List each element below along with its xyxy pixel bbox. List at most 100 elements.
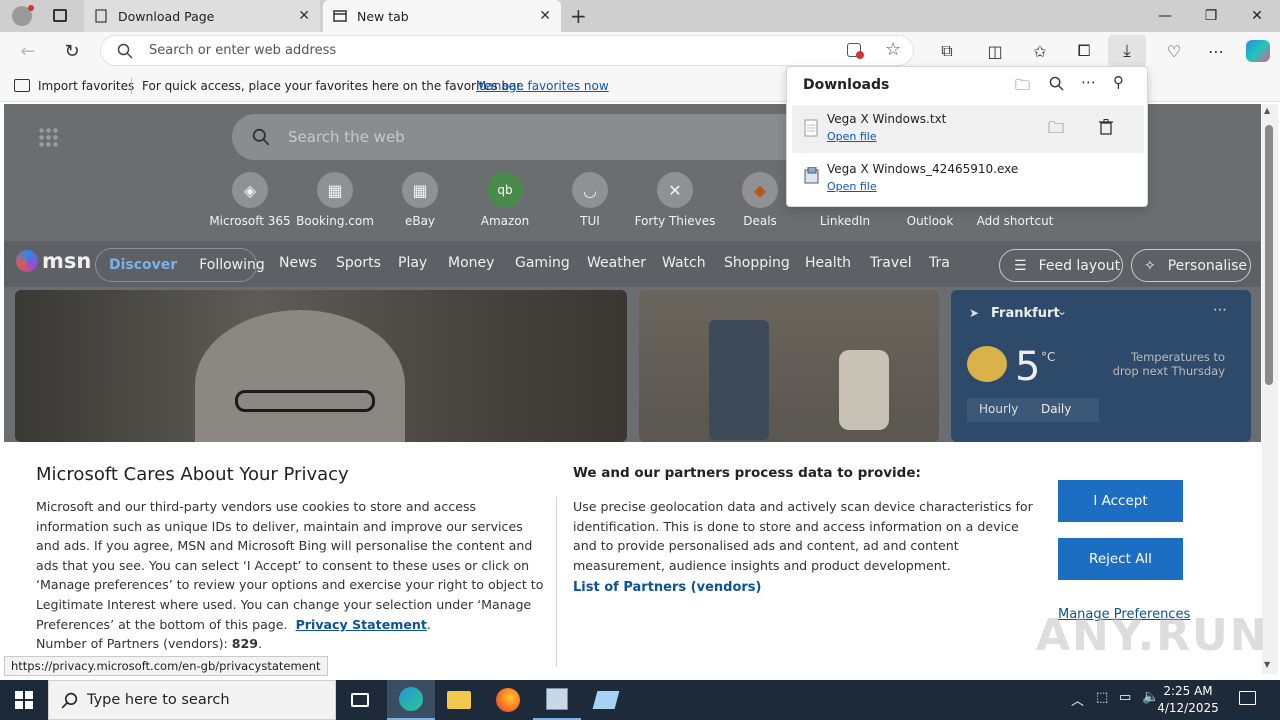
list-of-partners-link[interactable]: List of Partners (vendors) [573,580,761,595]
chevron-up-icon[interactable]: ︿ [1071,690,1084,709]
installer-app-icon[interactable] [533,680,581,720]
shortcut-ebay[interactable]: ▦ eBay [377,172,463,228]
more-options-icon[interactable]: ⋯ [1081,73,1096,91]
more-menu-icon[interactable]: ⋯ [1202,37,1230,65]
favorites-hint: For quick access, place your favorites h… [142,79,525,93]
data-purpose-title: We and our partners process data to prov… [573,465,921,481]
reject-all-button[interactable]: Reject All [1058,538,1183,580]
import-favorites-button[interactable]: Import favorites [38,79,134,93]
delete-icon[interactable] [1099,119,1113,135]
tab-daily[interactable]: Daily [1041,402,1071,416]
accept-button[interactable]: I Accept [1058,480,1183,522]
open-file-link[interactable]: Open file [827,130,877,143]
nav-sports[interactable]: Sports [336,255,381,271]
network-icon[interactable]: ▭ [1119,690,1131,705]
nav-news[interactable]: News [279,255,317,271]
device-icon[interactable]: ⬚ [1096,690,1108,705]
sliders-icon: ☰ [1014,257,1027,274]
pin-icon[interactable]: ⚲ [1113,73,1124,91]
nav-weather[interactable]: Weather [587,255,646,271]
tab-download-page[interactable]: Download Page ✕ [84,0,320,32]
browser-essentials-icon[interactable]: ♡ [1160,37,1188,65]
shortcut-booking[interactable]: ▦ Booking.com [292,172,378,228]
tab-new-tab[interactable]: New tab ✕ [323,0,561,32]
taskbar-search-box[interactable]: Type here to search [48,680,336,720]
copilot-icon[interactable] [1246,40,1270,62]
partly-cloudy-icon [967,346,1007,382]
windows-start-icon[interactable] [15,691,33,709]
downloads-icon[interactable]: ⤓ [1108,35,1146,67]
nav-shopping[interactable]: Shopping [724,255,790,271]
personalise-button[interactable]: ✧ Personalise [1131,249,1251,282]
favorites-icon[interactable]: ✩ [1026,37,1054,65]
edge-taskbar-icon[interactable] [387,680,435,720]
nav-travel[interactable]: Travel [870,255,912,271]
privacy-body: Microsoft and our third-party vendors us… [36,499,544,652]
feed-tab-group: Discover Following [95,248,265,282]
feed-layout-button[interactable]: ☰ Feed layout [999,249,1123,282]
scroll-up-icon[interactable]: ▲ [1264,106,1270,115]
close-tab-icon[interactable]: ✕ [298,8,310,24]
data-purpose-body: Use precise geolocation data and activel… [573,499,1033,573]
shortcut-label: LinkedIn [819,214,871,228]
shortcut-amazon[interactable]: qb Amazon [462,172,548,228]
downloads-title: Downloads [803,77,890,93]
close-window-icon[interactable]: ✕ [1234,0,1280,32]
open-file-link[interactable]: Open file [827,180,877,193]
new-tab-plus-icon[interactable]: + [570,4,587,28]
new-tab-page-icon [333,10,347,22]
weather-card[interactable]: ➤ Frankfurt ⌄ ⋯ 5 °C Temperatures to dro… [951,290,1251,442]
scrollbar-thumb[interactable] [1265,125,1273,385]
notifications-icon[interactable] [1239,691,1256,705]
split-screen-icon[interactable]: ◫ [981,37,1009,65]
tab-hourly[interactable]: Hourly [979,402,1018,416]
shortcut-tui[interactable]: ◡ TUI [547,172,633,228]
open-folder-icon[interactable]: 🗀 [1015,75,1030,100]
scroll-down-icon[interactable]: ▼ [1264,660,1270,669]
watermark: ANY.RUN [1036,610,1269,661]
shortcut-microsoft-365[interactable]: ◈ Microsoft 365 [207,172,293,228]
taskbar-search-placeholder: Type here to search [87,692,230,708]
firefox-icon[interactable] [484,680,532,720]
minimize-icon[interactable]: — [1142,0,1188,32]
shortcut-forty-thieves[interactable]: ✕ Forty Thieves [632,172,718,228]
task-view-icon[interactable] [336,680,384,720]
nav-health[interactable]: Health [805,255,851,271]
news-card-image[interactable] [15,290,627,442]
favorite-star-icon[interactable]: ☆ [885,39,901,60]
back-arrow-icon[interactable]: ← [14,37,42,65]
news-card-image[interactable] [639,290,939,442]
file-explorer-icon[interactable] [435,680,483,720]
tab-discover[interactable]: Discover [109,257,177,273]
manage-favorites-link[interactable]: Manage favorites now [476,79,609,93]
restore-icon[interactable]: ❐ [1188,0,1234,32]
tab-actions-icon[interactable] [53,9,67,22]
privacy-title: Microsoft Cares About Your Privacy [36,464,349,485]
personalise-label: Personalise [1167,257,1248,274]
tab-following[interactable]: Following [199,257,265,273]
notepad-icon[interactable] [582,680,630,720]
nav-gaming[interactable]: Gaming [515,255,570,271]
clock-time: 2:25 AM [1163,684,1213,698]
collections-icon[interactable]: ⧠ [1070,37,1098,65]
chevron-down-icon[interactable]: ⌄ [1057,304,1067,318]
extensions-icon[interactable]: ⧉ [933,37,961,65]
address-bar[interactable]: Search or enter web address ☆ [100,35,914,66]
nav-more[interactable]: Tra [929,255,950,271]
more-options-icon[interactable]: ⋯ [1213,302,1227,318]
close-tab-icon[interactable]: ✕ [539,8,551,24]
search-downloads-icon[interactable] [1049,76,1064,91]
privacy-statement-link[interactable]: Privacy Statement [296,617,427,632]
downloads-flyout: Downloads 🗀 ⋯ ⚲ Vega X Windows.txt Open … [786,66,1148,207]
system-clock[interactable]: 2:25 AM 4/12/2025 [1156,683,1220,717]
download-item[interactable]: Vega X Windows_42465910.exe Open file [792,155,1144,203]
refresh-icon[interactable]: ↻ [58,37,86,65]
notification-dot-icon [28,5,34,11]
download-item[interactable]: Vega X Windows.txt Open file 🗀 [792,105,1144,153]
nav-money[interactable]: Money [448,255,494,271]
divider [131,78,132,94]
show-in-folder-icon[interactable]: 🗀 [1048,117,1064,144]
nav-play[interactable]: Play [398,255,427,271]
nav-watch[interactable]: Watch [662,255,706,271]
apps-grid-icon[interactable] [38,127,58,147]
